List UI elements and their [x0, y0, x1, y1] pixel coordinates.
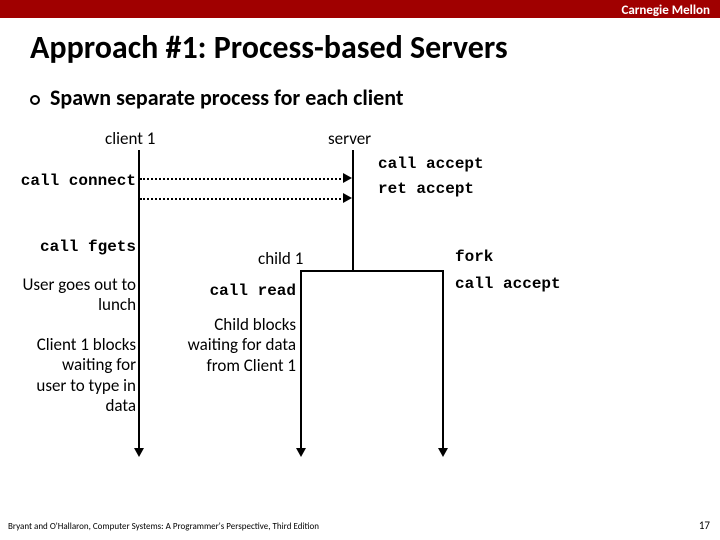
page-number: 17: [699, 519, 710, 532]
label-user-lunch: User goes out to lunch: [20, 275, 136, 316]
label-client1-blocks: Client 1 blocks waiting for user to type…: [30, 335, 136, 417]
label-call-fgets: call fgets: [20, 238, 136, 256]
server-timeline-top: [352, 150, 354, 270]
label-call-accept2: call accept: [455, 275, 561, 293]
child-timeline: [300, 270, 302, 450]
diagram-area: client 1 server call connect call fgets …: [0, 120, 720, 500]
arrow-down-icon: [438, 448, 448, 457]
label-call-read: call read: [180, 282, 296, 300]
label-child1: child 1: [258, 248, 303, 269]
fork-split: [300, 270, 444, 272]
label-ret-accept: ret accept: [378, 180, 474, 198]
arrow-right-icon: [343, 193, 352, 203]
label-server: server: [328, 128, 371, 149]
bullet-row: Spawn separate process for each client: [30, 84, 403, 111]
brand-label: Carnegie Mellon: [621, 3, 710, 18]
arrow-down-icon: [296, 448, 306, 457]
server-timeline-bottom: [442, 270, 444, 450]
ret-arrow: [140, 198, 345, 200]
slide-title: Approach #1: Process-based Servers: [30, 28, 508, 67]
label-fork: fork: [455, 248, 493, 266]
top-bar: Carnegie Mellon: [0, 0, 720, 18]
label-client1: client 1: [105, 128, 155, 149]
label-call-connect: call connect: [0, 172, 136, 190]
bullet-icon: [30, 95, 40, 105]
footer-text: Bryant and O'Hallaron, Computer Systems:…: [8, 521, 319, 532]
arrow-right-icon: [343, 173, 352, 183]
label-child-blocks: Child blocks waiting for data from Clien…: [180, 315, 296, 376]
connect-arrow: [140, 178, 345, 180]
arrow-down-icon: [134, 448, 144, 457]
label-call-accept: call accept: [378, 155, 484, 173]
client1-timeline: [138, 150, 140, 450]
bullet-text: Spawn separate process for each client: [50, 84, 403, 111]
